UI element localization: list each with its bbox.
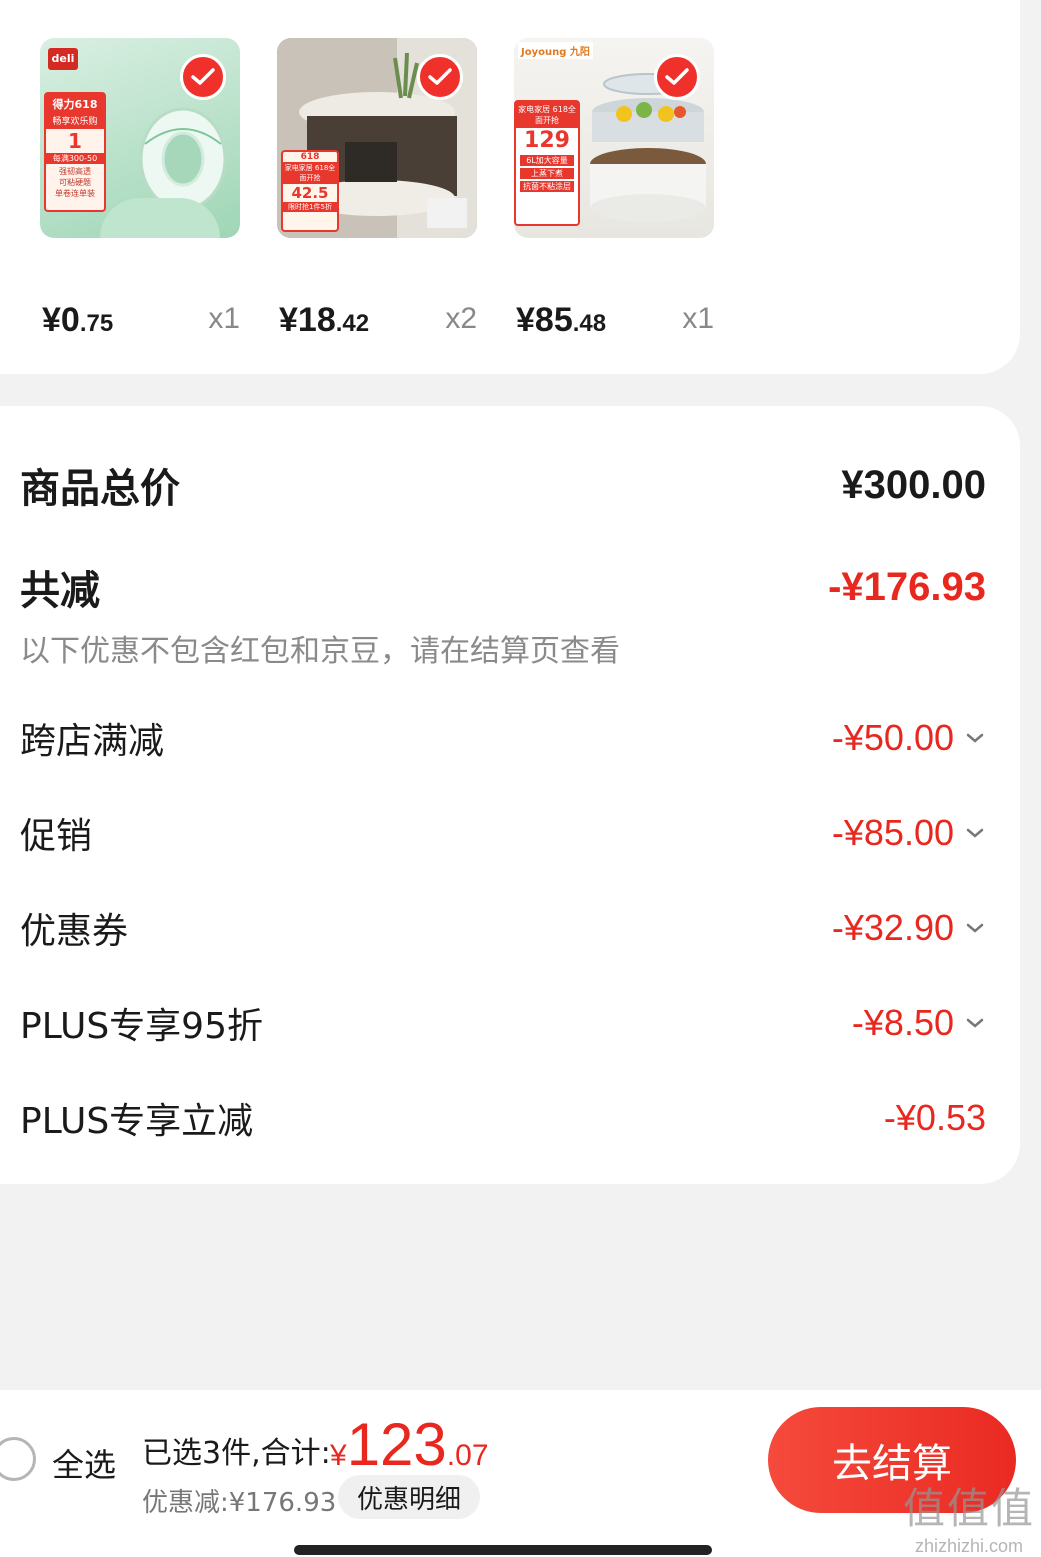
discount-amount: -¥50.00 [832, 717, 986, 759]
select-all-radio[interactable] [0, 1437, 36, 1481]
promo-panel: 得力618 畅享欢乐购 1 每满300-50 强韧高透 可粘硬题 单卷连单装 [44, 92, 106, 212]
price-decimal: .48 [572, 310, 607, 337]
discount-row-cross-store[interactable]: 跨店满减 -¥50.00 [20, 712, 986, 764]
total-reduction-row: 共减 -¥176.93 [20, 558, 986, 616]
product-item[interactable]: 618 家电家居 618全面开抢 42.5 限时抢1件5折 ¥18.42 x2 [277, 38, 477, 339]
promo-text: 强韧高透 [59, 167, 91, 176]
select-all-label[interactable]: 全选 [52, 1440, 116, 1486]
discount-note: 以下优惠不包含红包和京豆，请在结算页查看 [20, 634, 620, 669]
selected-checkbox[interactable] [654, 54, 700, 100]
check-icon [428, 68, 452, 85]
promo-text: 畅享欢乐购 [46, 114, 104, 129]
currency-symbol: ¥ [330, 1439, 347, 1472]
discount-row-promotion[interactable]: 促销 -¥85.00 [20, 807, 986, 859]
total-integer: 123 [346, 1411, 447, 1478]
chevron-down-icon[interactable] [964, 727, 986, 749]
check-icon [665, 68, 689, 85]
product-thumbnail[interactable]: Joyoung 九阳 家电家居 618全面开抢 129 6L加大容量 上蒸下煮 … [514, 38, 714, 238]
price-decimal: .75 [79, 310, 114, 337]
watermark: 值值值 zhizhizhi.com [903, 1475, 1035, 1557]
brand-logo: deli [48, 48, 78, 70]
discount-value: -¥50.00 [831, 717, 954, 758]
promo-text: 上蒸下煮 [520, 168, 574, 179]
discount-value: -¥85.00 [831, 812, 954, 853]
discount-value: -¥8.50 [851, 1002, 954, 1043]
chevron-down-icon[interactable] [964, 1012, 986, 1034]
checkout-bar: 全选 已选3件,合计: ¥123.07 优惠减:¥176.93 优惠明细 去结算 [0, 1390, 1041, 1557]
total-reduction-value: -¥176.93 [828, 564, 986, 609]
promo-panel: 家电家居 618全面开抢 129 6L加大容量 上蒸下煮 抗菌不粘涂层 [514, 100, 580, 226]
price-integer: ¥85 [516, 301, 573, 339]
discount-amount: -¥32.90 [832, 907, 986, 949]
watermark-url: zhizhizhi.com [914, 1536, 1024, 1556]
goods-total-label: 商品总价 [20, 466, 180, 512]
product-price: ¥18.42 [279, 301, 369, 340]
selected-count-label: 已选3件,合计: [142, 1436, 331, 1471]
total-reduction-label: 共减 [20, 568, 100, 614]
cart-products-card: deli 得力618 畅享欢乐购 1 每满300-50 强韧高透 可粘硬题 单卷… [0, 0, 1020, 374]
product-item[interactable]: Joyoung 九阳 家电家居 618全面开抢 129 6L加大容量 上蒸下煮 … [514, 38, 714, 339]
promo-price: 129 [524, 128, 570, 153]
discount-summary: 优惠减:¥176.93 [142, 1488, 337, 1518]
product-item[interactable]: deli 得力618 畅享欢乐购 1 每满300-50 强韧高透 可粘硬题 单卷… [40, 38, 240, 339]
product-quantity[interactable]: x1 [208, 302, 240, 336]
selected-checkbox[interactable] [180, 54, 226, 100]
promo-text: 6L加大容量 [520, 155, 574, 166]
check-icon [191, 68, 215, 85]
discount-detail-button[interactable]: 优惠明细 [338, 1475, 480, 1519]
promo-text: 可粘硬题 [59, 178, 91, 187]
discount-label: PLUS专享95折 [20, 1006, 263, 1047]
chevron-down-icon[interactable] [964, 917, 986, 939]
promo-text: 得力618 [46, 94, 104, 114]
discount-row-plus-instant: PLUS专享立减 -¥0.53 [20, 1092, 986, 1144]
promo-text: 单卷连单装 [55, 189, 95, 198]
price-integer: ¥0 [42, 301, 80, 339]
discount-value: -¥32.90 [831, 907, 954, 948]
brand-logo: Joyoung 九阳 [518, 42, 593, 59]
total-price: ¥123.07 [330, 1410, 489, 1479]
promo-text: 每满300-50 [46, 153, 104, 164]
promo-text: 家电家居 618全面开抢 [283, 162, 337, 184]
goods-total-value: ¥300.00 [841, 462, 986, 507]
discount-label: 优惠券 [20, 911, 129, 952]
discount-label: 促销 [20, 816, 93, 857]
discount-row-coupon[interactable]: 优惠券 -¥32.90 [20, 902, 986, 954]
discount-label: PLUS专享立减 [20, 1101, 254, 1142]
goods-total-row: 商品总价 ¥300.00 [20, 456, 986, 514]
product-price-row: ¥85.48 x1 [514, 290, 714, 340]
price-integer: ¥18 [279, 301, 336, 339]
price-decimal: .42 [335, 310, 370, 337]
watermark-text: 值值值 [902, 1485, 1035, 1532]
promo-text: 限时抢1件5折 [283, 202, 337, 212]
product-price-row: ¥18.42 x2 [277, 290, 477, 340]
promo-text: 抗菌不粘涂层 [520, 181, 574, 192]
product-price: ¥85.48 [516, 301, 606, 340]
discount-amount: -¥85.00 [832, 812, 986, 854]
discount-amount: -¥0.53 [884, 1097, 986, 1139]
pedestal-shape [100, 198, 220, 238]
discount-label: 跨店满减 [20, 721, 165, 762]
promo-number: 1 [68, 129, 82, 153]
product-thumbnail[interactable]: deli 得力618 畅享欢乐购 1 每满300-50 强韧高透 可粘硬题 单卷… [40, 38, 240, 238]
product-quantity[interactable]: x1 [682, 302, 714, 336]
product-thumbnail[interactable]: 618 家电家居 618全面开抢 42.5 限时抢1件5折 [277, 38, 477, 238]
chevron-down-icon[interactable] [964, 822, 986, 844]
product-price: ¥0.75 [42, 301, 113, 340]
total-decimal: .07 [446, 1439, 489, 1472]
product-price-row: ¥0.75 x1 [40, 290, 240, 340]
selected-checkbox[interactable] [417, 54, 463, 100]
discount-amount: -¥8.50 [852, 1002, 986, 1044]
home-indicator[interactable] [294, 1545, 712, 1555]
discount-value: -¥0.53 [883, 1097, 986, 1138]
discount-row-plus-95[interactable]: PLUS专享95折 -¥8.50 [20, 997, 986, 1049]
product-quantity[interactable]: x2 [445, 302, 477, 336]
price-summary-card: 商品总价 ¥300.00 共减 -¥176.93 以下优惠不包含红包和京豆，请在… [0, 406, 1020, 1184]
promo-price: 42.5 [291, 184, 329, 202]
promo-text: 618 [300, 152, 320, 162]
promo-panel: 618 家电家居 618全面开抢 42.5 限时抢1件5折 [281, 150, 339, 232]
promo-text: 家电家居 618全面开抢 [516, 102, 578, 128]
